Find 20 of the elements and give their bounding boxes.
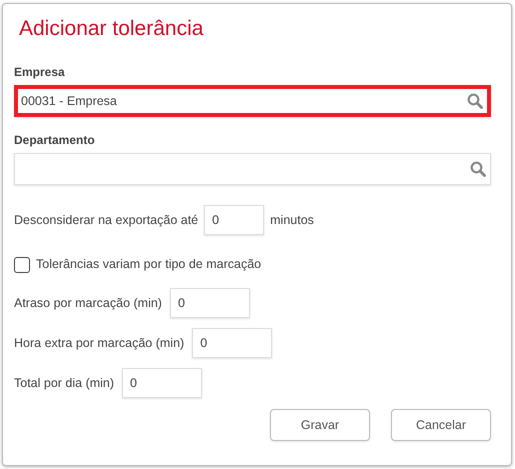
number-field[interactable]: 0 — [204, 205, 264, 236]
dialog-title: Adicionar tolerância — [19, 16, 204, 42]
unit-label: minutos — [270, 212, 314, 229]
field-label: Atraso por marcação (min) — [14, 294, 162, 312]
field-label: Desconsiderar na exportação até — [14, 212, 198, 229]
field-label: Hora extra por marcação (min) — [14, 334, 184, 352]
lookup-field[interactable] — [14, 153, 491, 186]
number-field[interactable]: 0 — [170, 288, 250, 318]
field-label: Total por dia (min) — [14, 374, 114, 392]
number-field[interactable]: 0 — [192, 328, 272, 358]
checkbox[interactable] — [14, 256, 30, 273]
save-button[interactable]: Gravar — [270, 408, 370, 441]
search-icon[interactable] — [470, 161, 486, 178]
field-label: Departamento — [14, 132, 96, 150]
number-field[interactable]: 0 — [122, 368, 202, 398]
lookup-field[interactable]: 00031 - Empresa — [14, 85, 491, 118]
checkbox-label: Tolerâncias variam por tipo de marcação — [36, 256, 262, 274]
cancel-button[interactable]: Cancelar — [391, 408, 491, 441]
field-label: Empresa — [14, 64, 66, 82]
search-icon[interactable] — [467, 93, 483, 110]
